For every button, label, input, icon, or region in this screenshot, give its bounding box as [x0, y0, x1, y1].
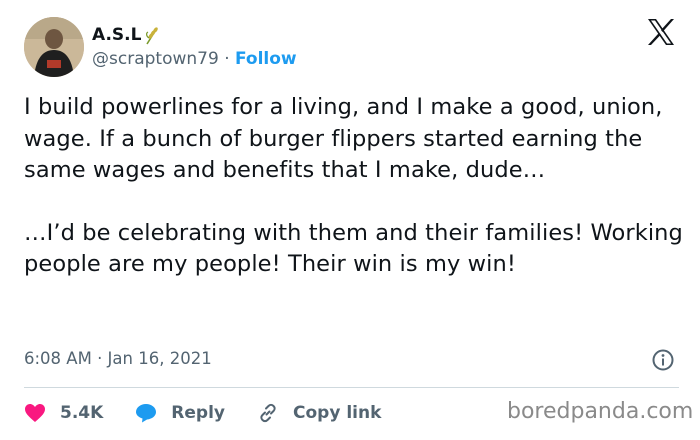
- copy-link-label: Copy link: [293, 403, 382, 423]
- copy-link-button[interactable]: Copy link: [257, 402, 381, 424]
- handle-separator: ·: [224, 49, 235, 69]
- reply-bubble-icon: [136, 404, 157, 423]
- reply-label: Reply: [171, 403, 225, 423]
- x-logo-icon[interactable]: [646, 18, 676, 46]
- author-name[interactable]: A.S.L: [92, 25, 141, 45]
- link-icon: [260, 403, 276, 423]
- like-count: 5.4K: [60, 403, 104, 423]
- heart-icon: [25, 404, 45, 422]
- author-handle[interactable]: @scraptown79: [92, 49, 219, 69]
- avatar[interactable]: [24, 17, 84, 77]
- wheat-sheaf-icon: [143, 25, 161, 45]
- follow-button[interactable]: Follow: [235, 49, 297, 69]
- tweet-paragraph: I build powerlines for a living, and I m…: [24, 94, 663, 183]
- action-bar: 5.4K Reply Copy link: [24, 398, 413, 428]
- divider: [24, 387, 679, 388]
- like-button[interactable]: 5.4K: [24, 403, 103, 423]
- tweet-paragraph: …I’d be celebrating with them and their …: [24, 219, 683, 278]
- info-icon[interactable]: [652, 349, 674, 371]
- timestamp[interactable]: 6:08 AM · Jan 16, 2021: [24, 349, 212, 368]
- reply-button[interactable]: Reply: [135, 403, 225, 423]
- tweet-text: I build powerlines for a living, and I m…: [24, 92, 684, 281]
- avatar-photo: [24, 17, 84, 77]
- watermark: boredpanda.com: [507, 399, 694, 424]
